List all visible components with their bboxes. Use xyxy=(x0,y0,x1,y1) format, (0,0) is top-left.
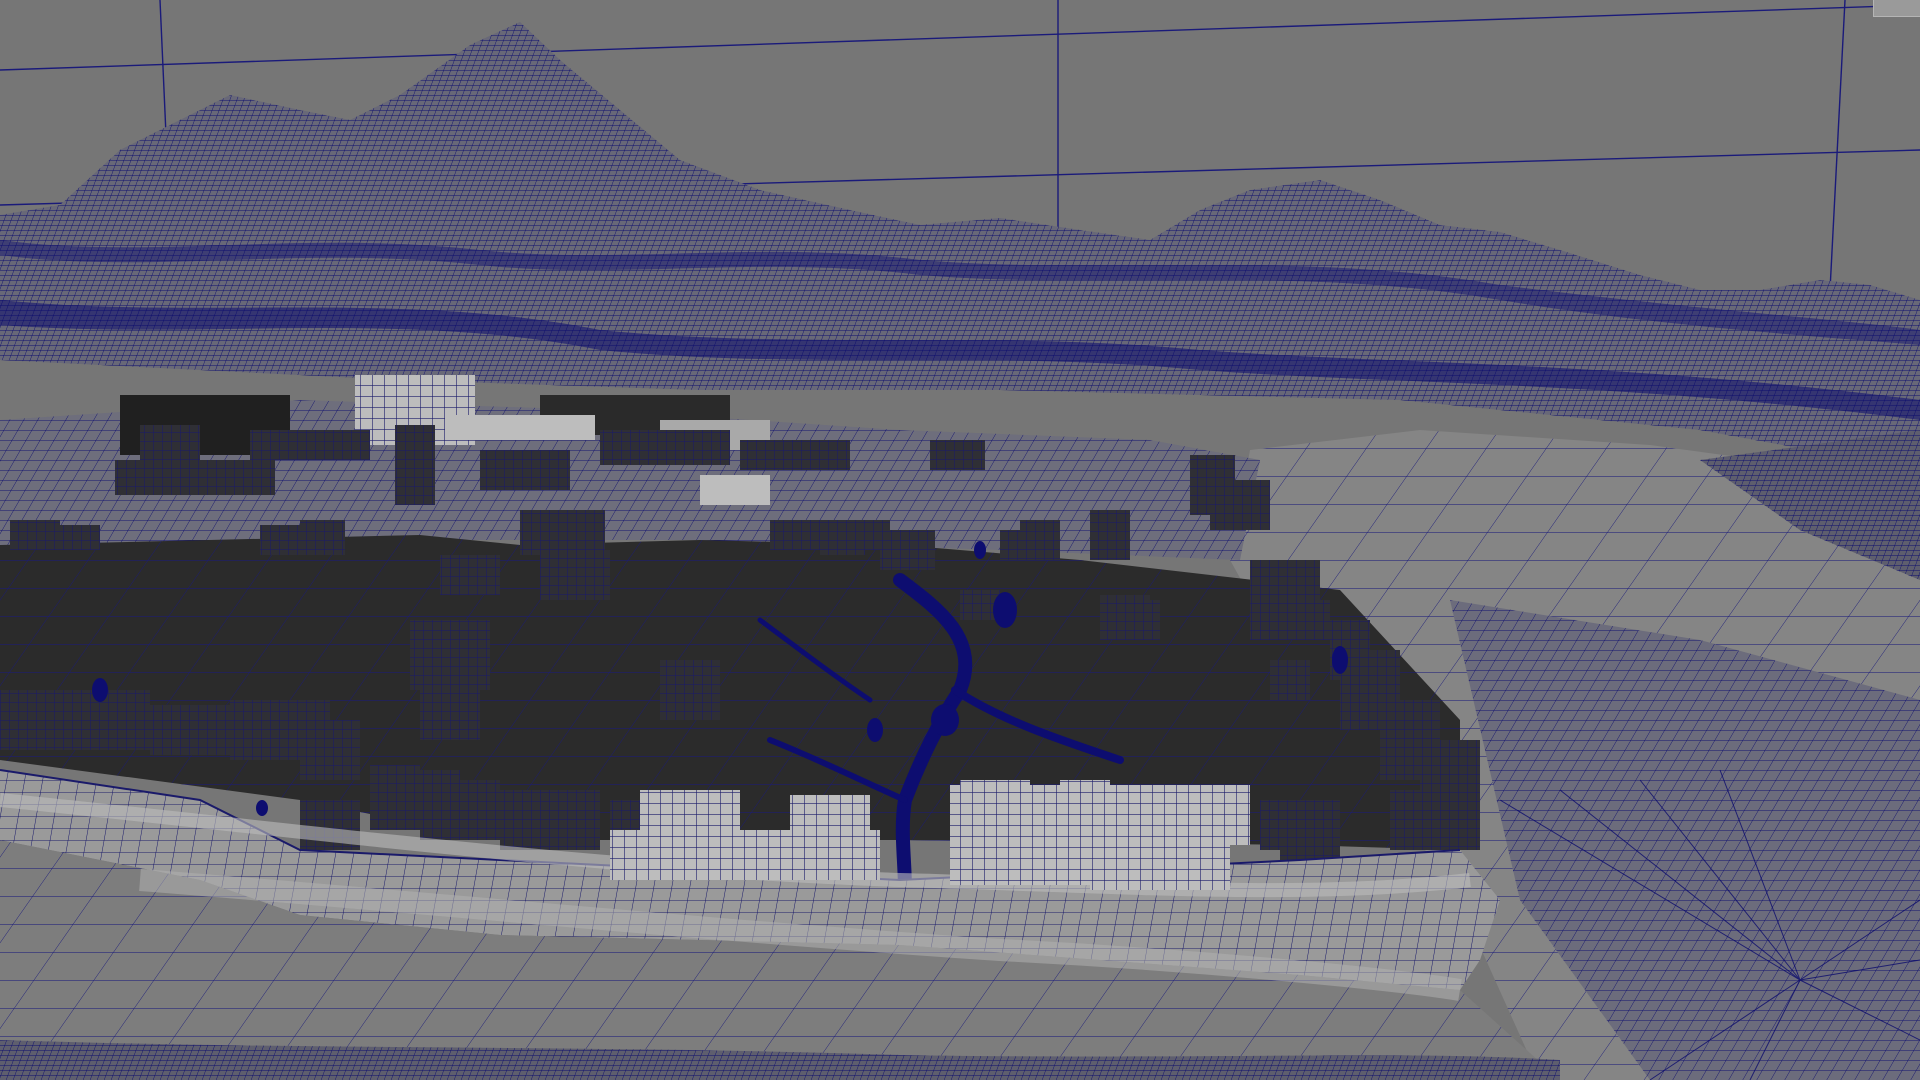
3d-viewport[interactable] xyxy=(0,0,1920,1080)
viewport-corner-tab[interactable] xyxy=(1873,0,1920,17)
scene-canvas[interactable] xyxy=(0,0,1920,1080)
